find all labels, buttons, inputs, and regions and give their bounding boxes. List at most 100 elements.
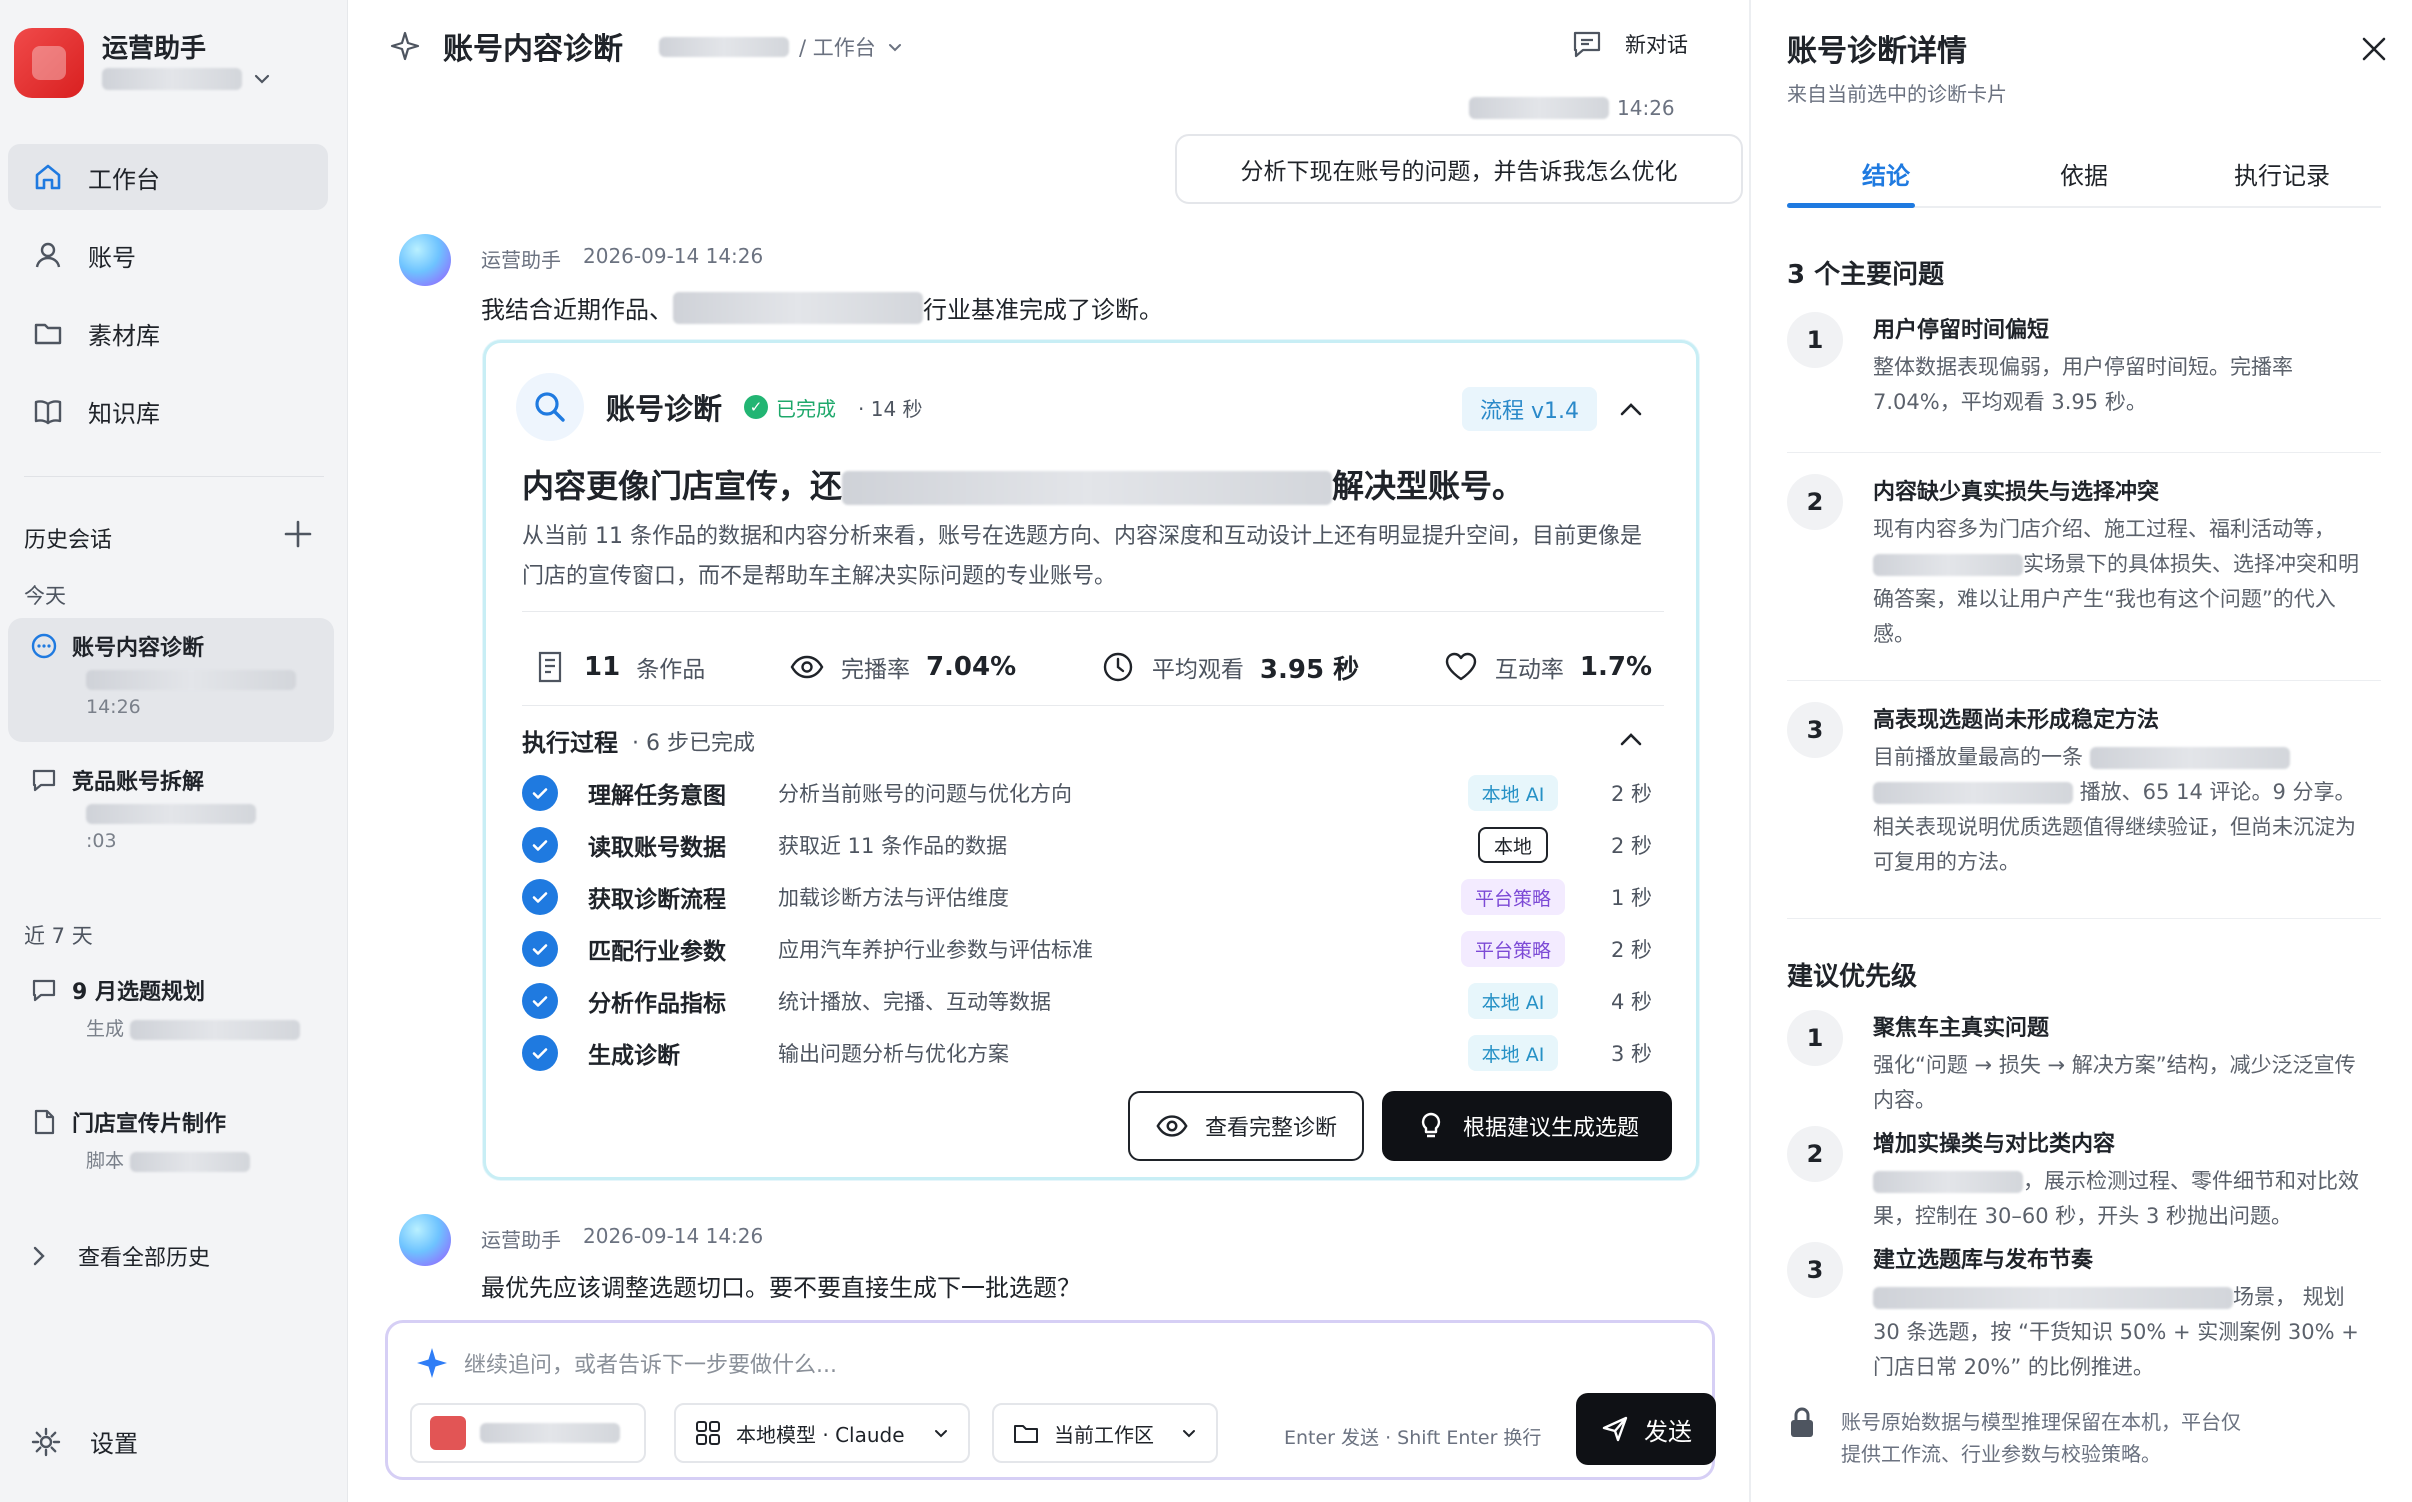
- close-icon[interactable]: [2357, 32, 2391, 66]
- tab-conclusion[interactable]: 结论: [1787, 150, 1985, 208]
- generate-topics-button[interactable]: 根据建议生成选题: [1382, 1091, 1672, 1161]
- step-desc: 加载诊断方法与评估维度: [778, 886, 1009, 910]
- send-button[interactable]: 发送: [1576, 1393, 1716, 1465]
- step-time: 3 秒: [1610, 1042, 1652, 1066]
- nav-item-workbench[interactable]: 工作台: [8, 144, 328, 210]
- issue-number: 3: [1787, 702, 1843, 758]
- settings-button[interactable]: 设置: [30, 1424, 138, 1459]
- step-desc: 输出问题分析与优化方案: [778, 1042, 1009, 1066]
- send-label: 发送: [1644, 1417, 1692, 1446]
- divider: [522, 611, 1664, 612]
- metric-avg-watch: 平均观看 3.95 秒: [1100, 649, 1359, 686]
- history-item-competitor[interactable]: 竞品账号拆解 :03: [8, 752, 334, 864]
- issue-body: 整体数据表现偏弱，用户停留时间短。完播率 7.04%，平均观看 3.95 秒。: [1873, 355, 2293, 414]
- user-message-time: 14:26: [1469, 96, 1675, 120]
- issue-item: 2 内容缺少真实损失与选择冲突 现有内容多为门店介绍、施工过程、福利活动等， 实…: [1787, 474, 2381, 670]
- eye-icon: [1156, 1115, 1188, 1137]
- attachment-chip[interactable]: [410, 1403, 646, 1463]
- flow-version-badge[interactable]: 流程 v1.4: [1462, 387, 1598, 431]
- metric-label: 完播率: [840, 657, 910, 683]
- redacted-text: [86, 670, 296, 690]
- button-label: 查看完整诊断: [1204, 1116, 1337, 1141]
- history-item-diagnosis[interactable]: 账号内容诊断 14:26: [8, 618, 334, 742]
- redacted-text: [86, 804, 256, 824]
- step-tag: 本地 AI: [1467, 1035, 1559, 1071]
- workspace-label: 当前工作区: [1054, 1422, 1154, 1447]
- headline-b: 解决型账号。: [1332, 467, 1525, 505]
- sparkle-icon: [390, 31, 420, 61]
- divider: [1787, 452, 2381, 453]
- attachment-thumbnail: [430, 1416, 466, 1450]
- nav-item-account[interactable]: 账号: [8, 222, 328, 288]
- step-tag: 平台策略: [1460, 879, 1565, 915]
- redacted-text: [673, 291, 923, 324]
- step-time: 4 秒: [1610, 990, 1652, 1014]
- step-tag-wrap: 本地 AI: [1458, 983, 1568, 1019]
- history-title: 账号内容诊断: [72, 636, 205, 661]
- metric-value: 7.04%: [925, 652, 1017, 682]
- model-label: 本地模型 · Claude: [736, 1422, 905, 1447]
- step-row: 生成诊断 输出问题分析与优化方案 本地 AI 3 秒: [522, 1033, 1652, 1073]
- history-sub-text: 脚本: [86, 1150, 125, 1172]
- nav-item-knowledge[interactable]: 知识库: [8, 378, 328, 444]
- assistant-meta: 运营助手 2026-09-14 14:26: [481, 1224, 763, 1253]
- workspace-selector[interactable]: 当前工作区: [992, 1403, 1218, 1463]
- priority-number: 3: [1787, 1242, 1843, 1298]
- view-full-diagnosis-button[interactable]: 查看完整诊断: [1128, 1091, 1364, 1161]
- workspace-switcher[interactable]: [102, 68, 272, 90]
- assistant-name: 运营助手: [481, 1228, 561, 1252]
- metric-value: 11: [584, 652, 621, 682]
- main-chat: 账号内容诊断 / 工作台 新对话 14:26 分析下现在账号的问题，并告诉我怎么…: [349, 0, 1749, 1502]
- app-name: 运营助手: [102, 34, 207, 64]
- check-circle-icon: [522, 775, 558, 811]
- step-tag-wrap: 本地 AI: [1458, 775, 1568, 811]
- history-item-topic-plan[interactable]: 9 月选题规划 生成: [8, 962, 334, 1074]
- assistant-message: 我结合近期作品、 行业基准完成了诊断。: [481, 290, 1163, 325]
- issue-number: 2: [1787, 474, 1843, 530]
- message-composer[interactable]: 继续追问，或者告诉下一步要做什么... 本地模型 · Claude 当前工作区 …: [385, 1320, 1716, 1480]
- composer-input[interactable]: 继续追问，或者告诉下一步要做什么...: [464, 1347, 837, 1379]
- tab-execution-log[interactable]: 执行记录: [2183, 150, 2381, 206]
- step-tag-wrap: 本地 AI: [1458, 1035, 1568, 1071]
- chevron-down-icon: [935, 1430, 947, 1438]
- assistant-meta: 运营助手 2026-09-14 14:26: [481, 244, 763, 273]
- model-selector[interactable]: 本地模型 · Claude: [674, 1403, 970, 1463]
- redacted-text: [2089, 747, 2290, 769]
- step-row: 读取账号数据 获取近 11 条作品的数据 本地 2 秒: [522, 825, 1652, 865]
- step-name: 分析作品指标: [588, 991, 726, 1017]
- add-history-button[interactable]: [282, 518, 314, 550]
- history-item-promo-video[interactable]: 门店宣传片制作 脚本: [8, 1094, 334, 1206]
- step-tag: 本地: [1477, 827, 1548, 863]
- step-time: 2 秒: [1610, 782, 1652, 806]
- chevron-up-icon[interactable]: [1616, 725, 1646, 755]
- step-desc: 获取近 11 条作品的数据: [778, 834, 1008, 858]
- step-name: 生成诊断: [588, 1043, 680, 1069]
- duration: · 14 秒: [858, 396, 923, 421]
- chevron-up-icon[interactable]: [1616, 395, 1646, 425]
- metric-label: 平均观看: [1151, 657, 1244, 683]
- issue-title: 用户停留时间偏短: [1873, 318, 2050, 343]
- priority-item: 2 增加实操类与对比类内容 ，展示检测过程、零件细节和对比效果，控制在 30–6…: [1787, 1126, 2381, 1228]
- steps-header[interactable]: 执行过程 · 6 步已完成: [522, 723, 755, 758]
- breadcrumb[interactable]: / 工作台: [659, 32, 904, 62]
- privacy-text: 账号原始数据与模型推理保留在本机，平台仅提供工作流、行业参数与校验策略。: [1841, 1410, 2241, 1466]
- step-tag-wrap: 平台策略: [1458, 879, 1568, 915]
- nav-item-material[interactable]: 素材库: [8, 300, 328, 366]
- priority-body: ，展示检测过程、零件细节和对比效果，控制在 30–60 秒，开头 3 秒抛出问题…: [1873, 1164, 2373, 1234]
- view-all-history-link[interactable]: 查看全部历史: [30, 1240, 210, 1272]
- metric-label: 互动率: [1494, 657, 1564, 683]
- redacted-text: [1873, 782, 2073, 804]
- tab-evidence[interactable]: 依据: [1985, 150, 2183, 206]
- redacted-text: [480, 1423, 620, 1443]
- redacted-text: [130, 1151, 251, 1172]
- document-icon: [34, 1109, 55, 1135]
- priority-body: 场景， 规划 30 条选题，按 “干货知识 50% + 实测案例 30% + 门…: [1873, 1280, 2373, 1385]
- step-name: 读取账号数据: [588, 835, 726, 861]
- view-all-label: 查看全部历史: [78, 1246, 211, 1271]
- new-chat-button[interactable]: 新对话: [1571, 28, 1688, 60]
- step-row: 获取诊断流程 加载诊断方法与评估维度 平台策略 1 秒: [522, 877, 1652, 917]
- steps-count: · 6 步已完成: [632, 730, 755, 756]
- step-row: 理解任务意图 分析当前账号的问题与优化方向 本地 AI 2 秒: [522, 773, 1652, 813]
- step-name: 获取诊断流程: [588, 887, 726, 913]
- status-badge: ✓ 已完成: [744, 393, 836, 422]
